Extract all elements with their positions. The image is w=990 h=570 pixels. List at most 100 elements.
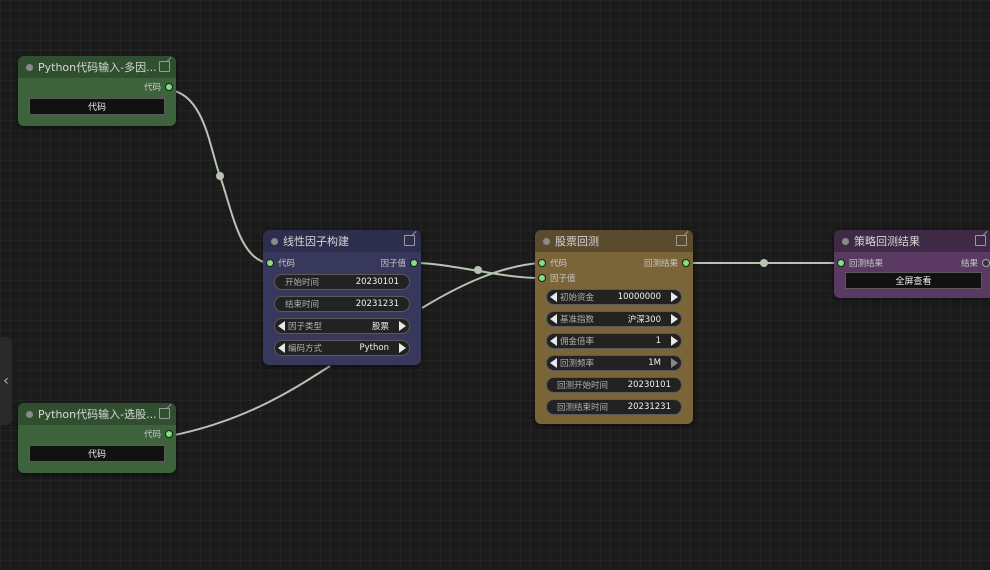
collapse-dot-icon[interactable] [26,411,33,418]
node-python-input-2[interactable]: Python代码输入-选股... 代码 代码 [18,403,176,473]
output-connector-icon[interactable] [165,430,173,438]
sidebar-collapse-tab[interactable]: ‹ [0,337,12,425]
node-title-bar[interactable]: 线性因子构建 [263,230,421,252]
arrow-left-icon[interactable] [550,292,557,302]
widget-value: 1M [648,358,661,368]
link-midpoint-1[interactable] [216,172,224,180]
arrow-left-icon[interactable] [550,358,557,368]
widget-label: 编码方式 [288,344,323,354]
input-connector-icon[interactable] [266,259,274,267]
link-midpoint-3[interactable] [760,259,768,267]
output-slot-label: 结果 [960,259,978,269]
edit-icon[interactable] [159,61,170,72]
link-midpoint-2[interactable] [474,266,482,274]
widget-label: 基准指数 [560,315,595,325]
input-slot-factor-value[interactable]: 因子值 [538,272,576,284]
edit-icon[interactable] [404,235,415,246]
widget-value: 1 [655,336,661,346]
input-slot-code[interactable]: 代码 [266,257,295,269]
input-slot-label: 因子值 [550,274,576,284]
output-connector-icon[interactable] [165,83,173,91]
node-body: 代码 代码 [18,78,176,126]
output-connector-icon[interactable] [982,259,990,267]
link-linear-factor-to-backtest[interactable] [414,262,541,279]
widget-value: 20231231 [627,402,671,412]
widget-label: 开始时间 [285,278,320,288]
collapse-dot-icon[interactable] [842,238,849,245]
arrow-right-icon[interactable] [671,314,678,324]
output-slot-factor-value[interactable]: 因子值 [380,257,418,269]
output-slot-backtest-result[interactable]: 回测结果 [644,257,690,269]
start-time-field[interactable]: 开始时间 20230101 [274,274,410,290]
node-body: 回测结果 结果 全屏查看 [834,252,990,298]
backtest-frequency-combo[interactable]: 回测频率 1M [546,355,682,371]
output-connector-icon[interactable] [410,259,418,267]
input-slot-code[interactable]: 代码 [538,257,567,269]
chevron-left-icon[interactable]: ‹ [3,373,9,389]
arrow-right-icon[interactable] [671,292,678,302]
factor-type-combo[interactable]: 因子类型 股票 [274,318,410,334]
benchmark-index-combo[interactable]: 基准指数 沪深300 [546,311,682,327]
arrow-left-icon[interactable] [278,321,285,331]
node-title: 股票回测 [555,235,599,248]
widget-label: 初始资金 [560,293,595,303]
node-title-bar[interactable]: 策略回测结果 [834,230,990,252]
arrow-right-icon[interactable] [671,336,678,346]
input-connector-icon[interactable] [837,259,845,267]
fullscreen-view-button[interactable]: 全屏查看 [845,272,982,289]
output-connector-icon[interactable] [682,259,690,267]
input-connector-icon[interactable] [538,274,546,282]
input-slot-label: 回测结果 [849,259,884,269]
code-button[interactable]: 代码 [29,98,165,115]
node-linear-factor[interactable]: 线性因子构建 代码 因子值 开始时间 20230101 结束时间 2023123… [263,230,421,365]
widget-value: 10000000 [617,292,661,302]
widget-value: 20230101 [355,277,399,287]
widget-label: 因子类型 [288,322,323,332]
code-button[interactable]: 代码 [29,445,165,462]
edit-icon[interactable] [676,235,687,246]
output-slot-result[interactable]: 结果 [961,257,990,269]
initial-capital-combo[interactable]: 初始资金 10000000 [546,289,682,305]
edit-icon[interactable] [975,235,986,246]
commission-multiplier-combo[interactable]: 佣金倍率 1 [546,333,682,349]
node-title: 策略回测结果 [854,235,920,248]
widget-value: 20230101 [627,380,671,390]
node-strategy-result[interactable]: 策略回测结果 回测结果 结果 全屏查看 [834,230,990,298]
output-slot-code[interactable]: 代码 [144,81,173,93]
arrow-right-icon[interactable] [399,321,406,331]
widget-value: 沪深300 [627,315,661,325]
input-slot-backtest-result[interactable]: 回测结果 [837,257,883,269]
widget-label: 回测频率 [560,359,595,369]
node-title: 线性因子构建 [283,235,349,248]
edit-icon[interactable] [159,408,170,419]
node-title: Python代码输入-多因... [38,61,157,74]
output-slot-label: 代码 [143,83,161,93]
link-python1-to-linear-factor[interactable] [169,89,271,264]
node-stock-backtest[interactable]: 股票回测 代码 因子值 回测结果 初始资金 10000000 基准指数 沪深30… [535,230,693,424]
node-python-input-1[interactable]: Python代码输入-多因... 代码 代码 [18,56,176,126]
arrow-right-icon[interactable] [399,343,406,353]
end-time-field[interactable]: 结束时间 20231231 [274,296,410,312]
collapse-dot-icon[interactable] [271,238,278,245]
arrow-left-icon[interactable] [550,336,557,346]
collapse-dot-icon[interactable] [543,238,550,245]
widget-label: 回测结束时间 [557,403,609,413]
widget-value: 20231231 [355,299,399,309]
node-title-bar[interactable]: Python代码输入-多因... [18,56,176,78]
collapse-dot-icon[interactable] [26,64,33,71]
backtest-end-time-field[interactable]: 回测结束时间 20231231 [546,399,682,415]
node-title-bar[interactable]: 股票回测 [535,230,693,252]
widget-value: Python [359,343,389,353]
node-title: Python代码输入-选股... [38,408,157,421]
arrow-left-icon[interactable] [550,314,557,324]
backtest-start-time-field[interactable]: 回测开始时间 20230101 [546,377,682,393]
output-slot-code[interactable]: 代码 [144,428,173,440]
input-connector-icon[interactable] [538,259,546,267]
input-slot-label: 代码 [550,259,568,269]
node-title-bar[interactable]: Python代码输入-选股... [18,403,176,425]
encoding-method-combo[interactable]: 编码方式 Python [274,340,410,356]
widget-value: 股票 [371,322,389,332]
arrow-right-icon[interactable] [671,358,678,368]
output-slot-label: 代码 [143,430,161,440]
arrow-left-icon[interactable] [278,343,285,353]
